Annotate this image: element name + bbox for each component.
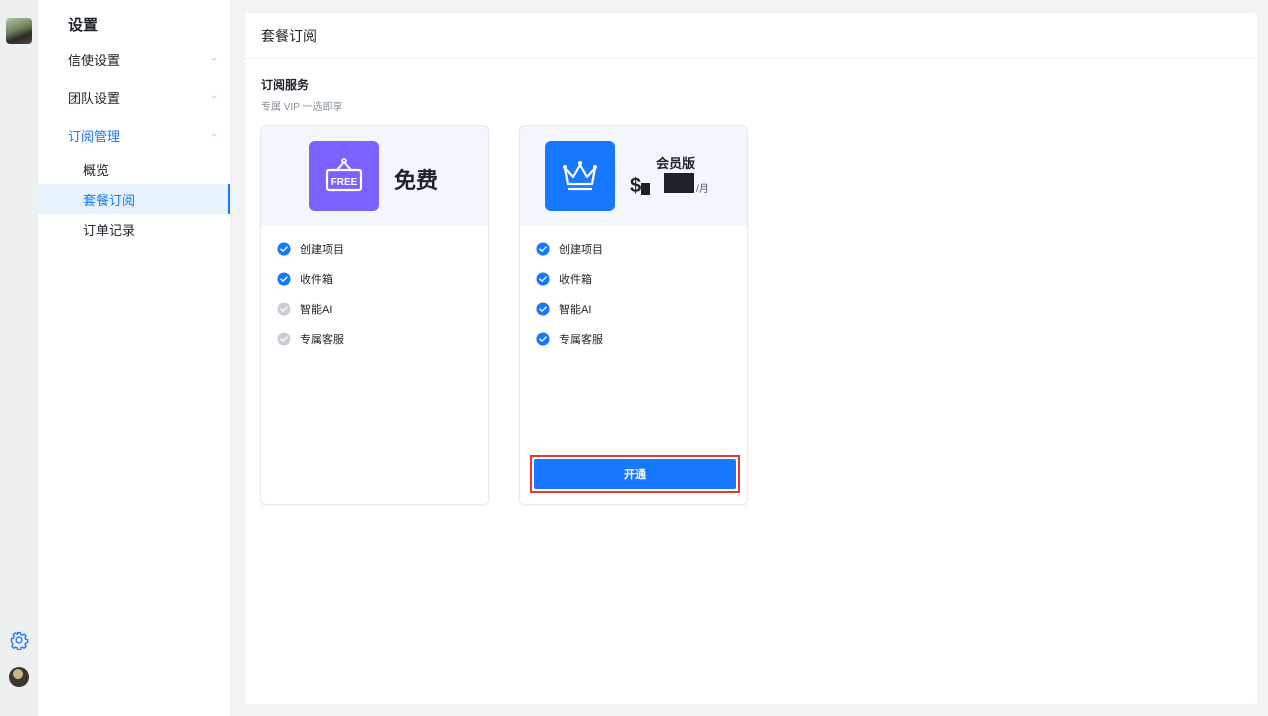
- sidebar-title: 设置: [68, 17, 99, 34]
- check-circle-icon: [536, 332, 550, 346]
- section-title: 订阅服务: [261, 78, 310, 92]
- price-unit: /月: [696, 184, 709, 195]
- free-icon-label: FREE: [331, 177, 358, 188]
- plan-header: FREE 免费: [261, 126, 488, 226]
- gear-icon[interactable]: [9, 630, 29, 650]
- feature-item: 收件箱: [536, 271, 592, 287]
- redacted-price: [641, 183, 651, 195]
- check-circle-icon: [536, 302, 550, 316]
- check-circle-icon: [277, 332, 291, 346]
- chevron-up-icon: [211, 133, 217, 137]
- crown-icon: [545, 141, 615, 211]
- plan-name: 免费: [394, 168, 439, 193]
- free-sign-icon: FREE: [309, 141, 379, 211]
- sidebar-item-plan-subscription[interactable]: 套餐订阅: [38, 184, 230, 214]
- feature-label: 收件箱: [559, 274, 592, 286]
- plan-header: 会员版 $ /月: [520, 126, 747, 226]
- feature-item: 专属客服: [536, 331, 603, 347]
- feature-item: 创建项目: [536, 241, 603, 257]
- plan-price: $ /月: [630, 173, 709, 197]
- page-title: 套餐订阅: [245, 13, 1257, 59]
- plan-name: 会员版: [656, 156, 696, 171]
- settings-sidebar: 设置 信使设置 团队设置 订阅管理 概览 套餐订阅 订单记录: [38, 0, 230, 716]
- chevron-down-icon: [211, 95, 217, 99]
- subscribe-button[interactable]: 开通: [534, 459, 736, 489]
- user-avatar[interactable]: [9, 667, 29, 687]
- feature-label: 创建项目: [559, 244, 603, 256]
- feature-label: 收件箱: [300, 274, 333, 286]
- main-panel: 套餐订阅 订阅服务 专属 VIP 一选即享 FREE 免费 创建项目收件箱智能A…: [245, 13, 1257, 704]
- open-button-highlight: 开通: [530, 455, 740, 493]
- app-rail: [0, 0, 38, 716]
- check-circle-icon: [277, 302, 291, 316]
- free-plan-card: FREE 免费 创建项目收件箱智能AI 专属客服: [260, 125, 489, 505]
- feature-label: 智能AI: [300, 304, 333, 316]
- price-currency: $: [630, 175, 642, 197]
- feature-item: 智能AI: [536, 301, 591, 317]
- nav-group-label: 信使设置: [68, 52, 121, 68]
- feature-label: 专属客服: [559, 334, 603, 346]
- check-circle-icon: [277, 242, 291, 256]
- nav-group-team[interactable]: 团队设置: [68, 85, 218, 109]
- redacted-price: [664, 173, 695, 193]
- feature-item: 创建项目: [277, 241, 344, 257]
- section-subtitle: 专属 VIP 一选即享: [261, 102, 343, 113]
- nav-group-subscription[interactable]: 订阅管理: [68, 123, 218, 147]
- nav-group-label: 团队设置: [68, 90, 121, 106]
- feature-label: 创建项目: [300, 244, 344, 256]
- sidebar-item-label: 概览: [83, 162, 110, 178]
- sidebar-item-label: 订单记录: [83, 222, 136, 238]
- sidebar-item-overview[interactable]: 概览: [38, 154, 230, 184]
- vip-plan-card: 会员版 $ /月 创建项目收件箱智能AI 专属客服 开通: [519, 125, 748, 505]
- feature-label: 智能AI: [559, 304, 592, 316]
- check-circle-icon: [536, 272, 550, 286]
- feature-item: 收件箱: [277, 271, 333, 287]
- sidebar-item-order-history[interactable]: 订单记录: [38, 214, 230, 244]
- nav-group-messenger[interactable]: 信使设置: [68, 47, 218, 71]
- nav-group-label: 订阅管理: [68, 128, 121, 144]
- check-circle-icon: [277, 272, 291, 286]
- feature-label: 专属客服: [300, 334, 344, 346]
- chevron-down-icon: [211, 57, 217, 61]
- workspace-avatar[interactable]: [6, 18, 32, 44]
- check-circle-icon: [536, 242, 550, 256]
- feature-item: 智能AI: [277, 301, 332, 317]
- sidebar-item-label: 套餐订阅: [83, 192, 136, 208]
- feature-item: 专属客服: [277, 331, 344, 347]
